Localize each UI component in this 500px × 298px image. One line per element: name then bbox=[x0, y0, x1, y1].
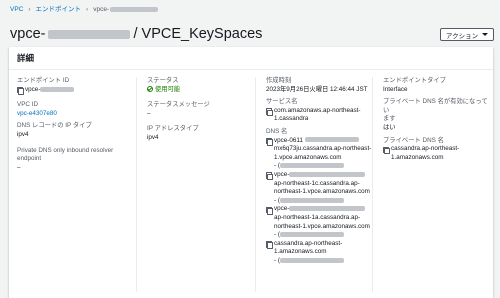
copy-icon[interactable] bbox=[266, 206, 273, 215]
copy-icon[interactable] bbox=[17, 87, 24, 95]
dns-name-part: cassandra.ap-northeast- bbox=[274, 239, 343, 247]
copy-icon[interactable] bbox=[266, 241, 273, 249]
page-title: vpce- / VPCE_KeySpaces bbox=[10, 26, 262, 42]
dns-name-part: northeast-1.vpce.amazonaws.com bbox=[274, 188, 370, 196]
details-column-1: エンドポイント ID vpce- VPC ID vpc-e4307e80 DNS… bbox=[17, 77, 135, 172]
redacted-text bbox=[289, 171, 366, 177]
dns-name-part: ap-northeast-1a.cassandra.ap- bbox=[274, 213, 361, 221]
copy-icon[interactable] bbox=[266, 172, 273, 181]
page-title-suffix: / VPCE_KeySpaces bbox=[133, 26, 263, 42]
copy-icon[interactable] bbox=[266, 138, 273, 146]
dns-name-part: 1.vpce.amazonaws.com bbox=[274, 153, 342, 161]
private-dns-enabled-value: はい bbox=[383, 123, 396, 131]
private-dns-inbound-value: – bbox=[17, 163, 21, 171]
endpoint-type-label: エンドポイントタイプ bbox=[383, 77, 446, 84]
service-name-value: com.amazonaws.ap-northeast- bbox=[274, 106, 361, 114]
service-name-label: サービス名 bbox=[266, 98, 298, 106]
redacted-text bbox=[289, 206, 366, 212]
status-message-label: ステータスメッセージ bbox=[147, 101, 210, 109]
vpc-id-link[interactable]: vpc-e4307e80 bbox=[17, 110, 135, 119]
service-name-value-2: 1.cassandra bbox=[274, 115, 309, 123]
private-dns-name-label: プライベート DNS 名 bbox=[383, 136, 444, 144]
created-label: 作成時刻 bbox=[266, 77, 292, 84]
endpoint-id-label: エンドポイント ID bbox=[17, 77, 70, 84]
copy-icon[interactable] bbox=[383, 146, 390, 155]
private-dns-name-row: cassandra.ap-northeast- 1.amazonaws.com bbox=[383, 145, 491, 162]
endpoint-type-value: Interface bbox=[383, 85, 408, 93]
dns-name-part: vpce- bbox=[274, 205, 290, 213]
dns-name-part: northeast-1.vpce.amazonaws.com bbox=[274, 222, 370, 230]
dns-name-part: 1.amazonaws.com bbox=[274, 248, 327, 256]
dns-record-ip-type-value: ipv4 bbox=[17, 130, 29, 138]
chevron-right-icon: › bbox=[86, 6, 89, 13]
redacted-text bbox=[40, 87, 75, 93]
vpc-id-label: VPC ID bbox=[17, 101, 38, 109]
breadcrumb-vpc-link[interactable]: VPC bbox=[10, 6, 23, 13]
copy-icon[interactable] bbox=[266, 108, 273, 116]
dns-name-part: vpce- bbox=[274, 170, 290, 178]
breadcrumb-endpoints-link[interactable]: エンドポイント bbox=[36, 6, 82, 13]
actions-button-label: アクション bbox=[445, 32, 479, 40]
dns-name-part: ap-northeast-1c.cassandra.ap- bbox=[274, 179, 360, 187]
breadcrumb-current: vpce- bbox=[93, 6, 110, 13]
redacted-text bbox=[279, 231, 344, 237]
dns-name-part: vpce-0611 bbox=[274, 136, 303, 144]
dns-name-entry: vpce- ap-northeast-1a.cassandra.ap- nort… bbox=[266, 205, 378, 239]
actions-button[interactable]: アクション bbox=[440, 28, 494, 41]
dns-name-entry: vpce- ap-northeast-1c.cassandra.ap- nort… bbox=[266, 171, 378, 205]
dns-name-entry: cassandra.ap-northeast- 1.amazonaws.com … bbox=[266, 240, 378, 266]
dns-names-label: DNS 名 bbox=[266, 127, 288, 135]
breadcrumb: VPC › エンドポイント › vpce- bbox=[10, 3, 159, 13]
redacted-text bbox=[110, 6, 159, 12]
dns-name-part: mx6q73ju.cassandra.ap-northeast- bbox=[274, 145, 372, 153]
redacted-text bbox=[279, 197, 344, 203]
status-value-text: 使用可能 bbox=[155, 85, 181, 93]
endpoint-id-row: vpce- bbox=[17, 86, 135, 95]
check-circle-icon bbox=[147, 85, 153, 92]
endpoint-id-value: vpce- bbox=[25, 85, 41, 93]
details-column-4: エンドポイントタイプ Interface プライベート DNS 名が有効になって… bbox=[372, 77, 491, 292]
page-title-prefix: vpce- bbox=[10, 26, 46, 42]
details-panel: 詳細 エンドポイント ID vpce- VPC ID vpc-e4307e80 … bbox=[9, 47, 493, 298]
details-column-3: 作成時刻 2023年9月26日火曜日 12:46:44 JST サービス名 co… bbox=[255, 77, 378, 292]
private-dns-inbound-label: Private DNS only inbound resolver bbox=[17, 146, 114, 154]
details-panel-title: 詳細 bbox=[9, 47, 493, 70]
private-dns-name-value-2: 1.amazonaws.com bbox=[391, 153, 444, 161]
redacted-text bbox=[279, 257, 344, 263]
private-dns-enabled-label: プライベート DNS 名が有効になってい bbox=[383, 98, 488, 114]
caret-down-icon bbox=[482, 33, 489, 36]
private-dns-inbound-label-2: endpoint bbox=[17, 155, 42, 163]
ip-address-type-label: IP アドレスタイプ bbox=[147, 125, 199, 133]
details-column-2: ステータス 使用可能 ステータスメッセージ – IP アドレスタイプ ipv4 bbox=[136, 77, 255, 292]
ip-address-type-value: ipv4 bbox=[147, 133, 159, 141]
redacted-text bbox=[48, 29, 131, 39]
status-label: ステータス bbox=[147, 77, 179, 84]
dns-record-ip-type-label: DNS レコードの IP タイプ bbox=[17, 122, 92, 130]
dns-name-entry: vpce-0611 mx6q73ju.cassandra.ap-northeas… bbox=[266, 137, 378, 171]
status-message-value: – bbox=[147, 109, 151, 117]
chevron-right-icon: › bbox=[28, 6, 31, 13]
redacted-text bbox=[279, 163, 344, 169]
private-dns-enabled-label-2: ます bbox=[383, 115, 396, 123]
private-dns-name-value: cassandra.ap-northeast- bbox=[391, 145, 460, 153]
service-name-row: com.amazonaws.ap-northeast- 1.cassandra bbox=[266, 107, 378, 124]
created-value: 2023年9月26日火曜日 12:46:44 JST bbox=[266, 85, 368, 93]
redacted-text bbox=[304, 137, 359, 143]
status-value: 使用可能 bbox=[147, 85, 255, 95]
